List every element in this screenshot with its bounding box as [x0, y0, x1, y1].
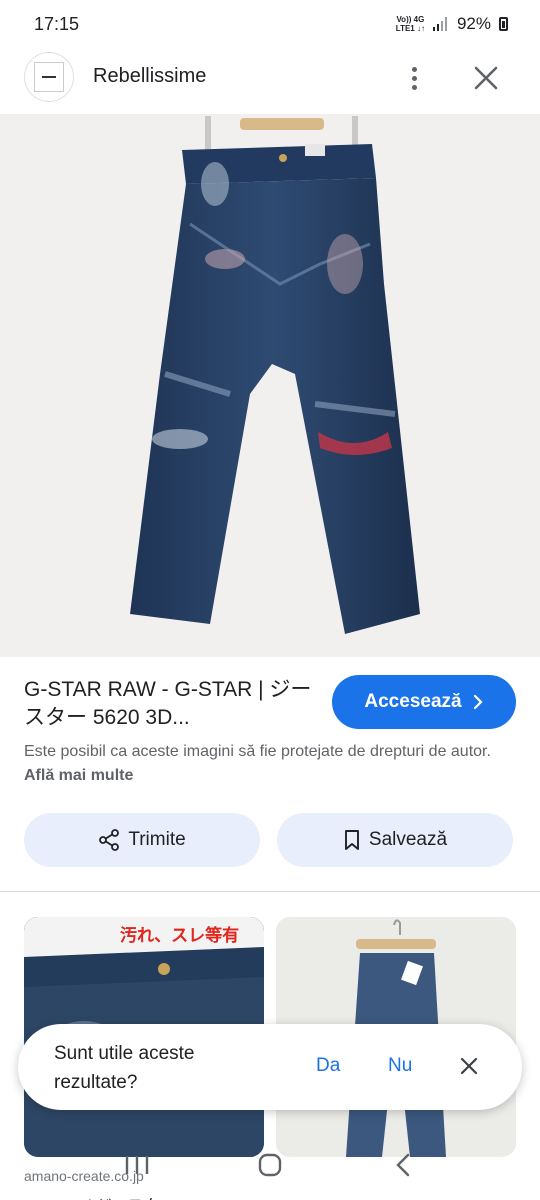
network-label-top: Vo)) 4G	[396, 15, 425, 24]
visit-button[interactable]: Accesează	[332, 675, 516, 729]
back-icon	[396, 1153, 410, 1177]
signal-icon	[432, 17, 447, 31]
status-bar: 17:15 Vo)) 4G LTE1 ↓↑ 92%	[0, 0, 540, 48]
section-divider	[0, 891, 540, 892]
more-options-icon[interactable]	[398, 60, 430, 96]
recent-apps-icon	[125, 1156, 148, 1174]
home-icon	[258, 1153, 282, 1177]
battery-icon	[499, 17, 508, 31]
bookmark-icon	[344, 830, 359, 850]
visit-label: Accesează	[364, 691, 462, 712]
copyright-notice: Este posibil ca aceste imagini să fie pr…	[24, 740, 520, 788]
network-label-bottom: LTE1 ↓↑	[395, 24, 425, 33]
share-label: Trimite	[128, 829, 186, 850]
network-indicator: Vo)) 4G LTE1 ↓↑	[396, 15, 425, 33]
close-icon[interactable]	[468, 60, 504, 96]
result-image[interactable]	[0, 114, 540, 657]
system-nav-bar	[0, 1130, 540, 1200]
recent-apps-button[interactable]	[117, 1145, 157, 1185]
share-icon	[99, 829, 120, 851]
result-header: Rebellissime	[0, 52, 540, 104]
thumbnail-overlay-text: 汚れ、スレ等有	[120, 926, 240, 946]
result-title-block: G-STAR RAW - G-STAR | ジースター 5620 3D...	[24, 676, 324, 732]
feedback-no-button[interactable]: Nu	[388, 1055, 412, 1077]
result-title[interactable]: G-STAR RAW - G-STAR | ジースター 5620 3D...	[24, 676, 324, 732]
home-button[interactable]	[250, 1145, 290, 1185]
back-button[interactable]	[383, 1145, 423, 1185]
status-time: 17:15	[34, 13, 80, 34]
learn-more-link[interactable]: Află mai multe	[24, 767, 133, 784]
feedback-yes-button[interactable]: Da	[316, 1055, 340, 1077]
feedback-question: Sunt utile aceste rezultate?	[54, 1043, 195, 1093]
jeans-illustration	[0, 114, 540, 657]
site-logo[interactable]	[24, 52, 74, 102]
battery-percent: 92%	[456, 14, 491, 33]
notice-text: Este posibil ca aceste imagini să fie pr…	[24, 743, 491, 760]
save-label: Salvează	[368, 829, 448, 850]
site-logo-mark	[34, 62, 64, 92]
save-button[interactable]: Salvează	[277, 813, 513, 867]
share-button[interactable]: Trimite	[24, 813, 260, 867]
status-icons: Vo)) 4G LTE1 ↓↑ 92%	[396, 14, 508, 34]
close-icon[interactable]	[458, 1055, 480, 1077]
feedback-card: Sunt utile aceste rezultate? Da Nu	[18, 1024, 522, 1110]
site-name[interactable]: Rebellissime	[93, 65, 206, 88]
chevron-right-icon	[473, 694, 483, 710]
